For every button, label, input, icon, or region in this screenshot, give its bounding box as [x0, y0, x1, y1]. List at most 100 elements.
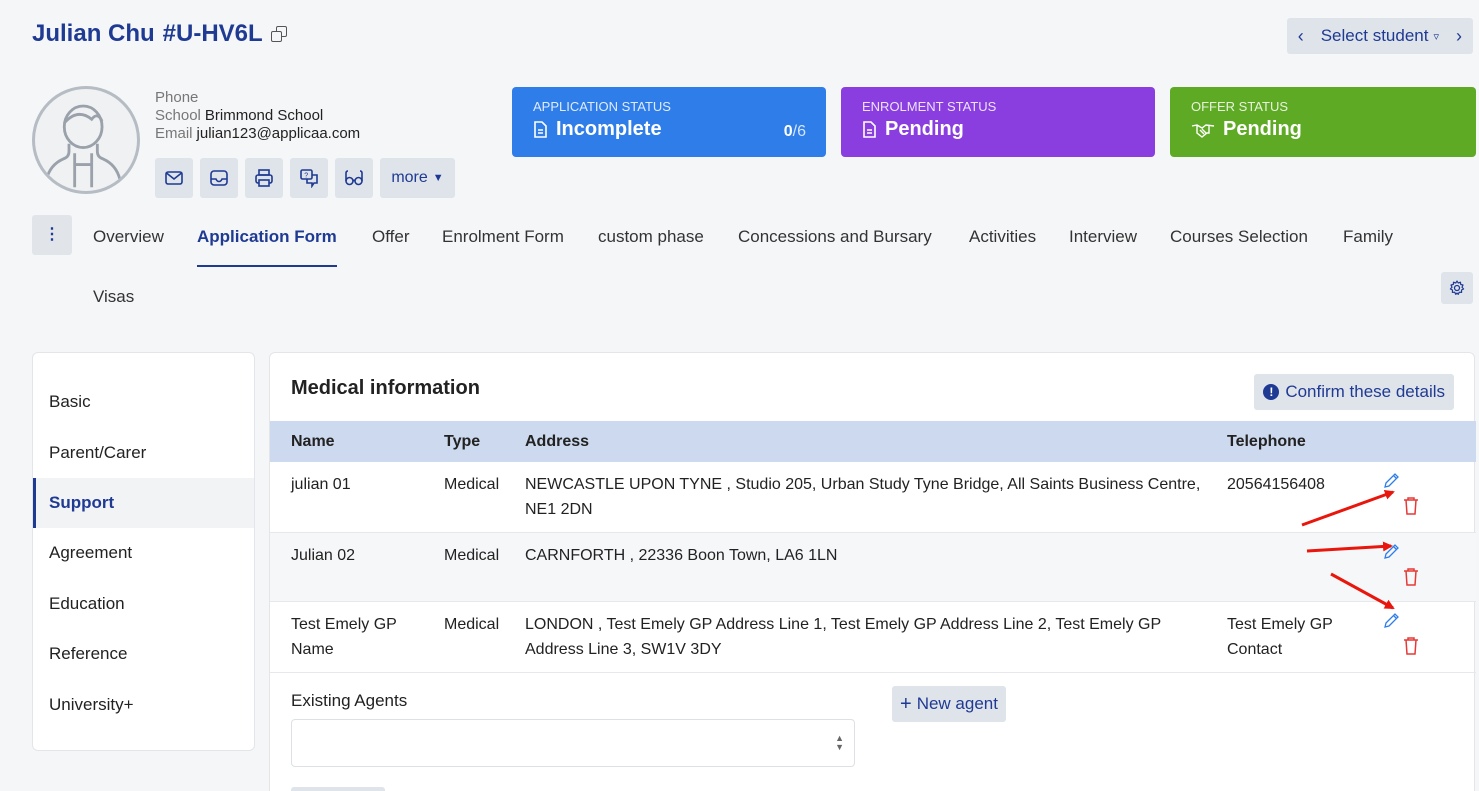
chat-icon: ?: [300, 169, 318, 188]
select-student-dropdown[interactable]: Select student ▿: [1315, 26, 1445, 46]
tab-activities[interactable]: Activities: [969, 227, 1036, 265]
offer-status-card[interactable]: OFFER STATUS Pending: [1170, 87, 1476, 157]
existing-agents-label: Existing Agents: [291, 691, 408, 710]
settings-button[interactable]: [1441, 272, 1473, 304]
inbox-icon: [210, 170, 228, 186]
col-name: Name: [291, 432, 335, 450]
table-row: Julian 02 Medical CARNFORTH , 22336 Boon…: [270, 532, 1476, 602]
form-section-sidebar: Basic Parent/Carer Support Agreement Edu…: [32, 352, 255, 751]
status-label: ENROLMENT STATUS: [862, 99, 997, 114]
cell-type: Medical: [444, 547, 500, 564]
chevron-right-icon[interactable]: ›: [1445, 26, 1473, 47]
edit-pencil-icon[interactable]: [1382, 543, 1400, 561]
chat-button[interactable]: ?: [290, 158, 328, 198]
more-button[interactable]: more ▼: [380, 158, 455, 198]
svg-text:?: ?: [304, 173, 308, 180]
tab-enrolment-form[interactable]: Enrolment Form: [442, 227, 564, 265]
alert-icon: !: [1263, 384, 1280, 400]
tab-overview[interactable]: Overview: [93, 227, 164, 265]
new-agent-button[interactable]: + New agent: [892, 686, 1006, 722]
col-type: Type: [444, 432, 481, 450]
cell-telephone: Test Emely GP Contact: [1227, 616, 1333, 658]
caret-down-icon: ▼: [432, 172, 444, 184]
edit-pencil-icon[interactable]: [1382, 472, 1400, 490]
gear-icon: [1449, 280, 1465, 295]
student-title: Julian Chu #U-HV6L: [32, 20, 289, 48]
cell-telephone: 20564156408: [1227, 476, 1325, 493]
edit-pencil-icon[interactable]: [1382, 612, 1400, 630]
tab-interview[interactable]: Interview: [1069, 227, 1137, 265]
sidebar-item-support[interactable]: Support: [33, 477, 254, 529]
cell-type: Medical: [444, 476, 500, 493]
more-label: more: [391, 169, 428, 186]
school-label: School: [155, 107, 201, 124]
medical-table: Name Type Address Telephone julian 01 Me…: [270, 421, 1476, 673]
tab-concessions[interactable]: Concessions and Bursary: [738, 227, 932, 265]
new-agent-label: New agent: [916, 694, 998, 713]
mail-icon: [165, 171, 183, 185]
status-label: APPLICATION STATUS: [533, 99, 671, 114]
sidebar-item-agreement[interactable]: Agreement: [33, 528, 254, 578]
tab-custom-phase[interactable]: custom phase: [598, 227, 704, 265]
glasses-icon: [345, 170, 363, 186]
partial-button[interactable]: [291, 787, 385, 791]
status-value: Pending: [885, 118, 964, 140]
table-header-row: Name Type Address Telephone: [270, 421, 1476, 462]
handshake-icon: [1191, 123, 1215, 138]
status-value: Incomplete: [556, 118, 662, 140]
enrolment-status-card[interactable]: ENROLMENT STATUS Pending: [841, 87, 1155, 157]
student-selector: ‹ Select student ▿ ›: [1286, 18, 1473, 54]
existing-agents-select[interactable]: ▲ ▼: [291, 719, 855, 767]
select-student-label: Select student: [1320, 26, 1429, 45]
inbox-button[interactable]: [200, 158, 238, 198]
email-label: Email: [155, 125, 193, 142]
caret-down-icon: ▿: [1433, 30, 1439, 43]
chevron-left-icon[interactable]: ‹: [1287, 26, 1315, 47]
avatar: [32, 86, 140, 194]
student-name: Julian Chu: [32, 20, 155, 47]
document-icon: [534, 121, 547, 138]
table-row: Test Emely GP Name Medical LONDON , Test…: [270, 602, 1476, 673]
sidebar-item-education[interactable]: Education: [33, 579, 254, 629]
confirm-label: Confirm these details: [1285, 382, 1445, 401]
tab-visas[interactable]: Visas: [93, 287, 134, 325]
medical-information-panel: Medical information ! Confirm these deta…: [269, 352, 1476, 791]
tab-courses-selection[interactable]: Courses Selection: [1170, 227, 1308, 265]
sidebar-item-reference[interactable]: Reference: [33, 629, 254, 679]
sidebar-item-basic[interactable]: Basic: [33, 377, 254, 427]
table-row: julian 01 Medical NEWCASTLE UPON TYNE , …: [270, 462, 1476, 533]
school-value: Brimmond School: [204, 107, 324, 124]
delete-trash-icon[interactable]: [1402, 567, 1420, 587]
view-button[interactable]: [335, 158, 373, 198]
phone-label: Phone: [155, 89, 199, 106]
col-telephone: Telephone: [1227, 432, 1306, 450]
student-id: #U-HV6L: [162, 20, 263, 47]
select-caret-icon: ▲ ▼: [835, 733, 844, 752]
kebab-menu-icon[interactable]: ⋮: [32, 215, 72, 255]
cell-name: Test Emely GP Name: [291, 616, 397, 658]
cell-address: CARNFORTH , 22336 Boon Town, LA6 1LN: [525, 547, 838, 564]
email-value[interactable]: julian123@applicaa.com: [197, 125, 361, 142]
tab-family[interactable]: Family: [1343, 227, 1393, 265]
cell-name: julian 01: [291, 476, 351, 493]
application-progress: 0/6: [783, 123, 806, 140]
quick-actions: ? more ▼: [155, 158, 455, 198]
status-label: OFFER STATUS: [1191, 99, 1289, 114]
tab-application-form[interactable]: Application Form: [197, 227, 337, 267]
application-status-card[interactable]: APPLICATION STATUS Incomplete 0/6: [512, 87, 826, 157]
confirm-details-button[interactable]: ! Confirm these details: [1254, 374, 1454, 410]
print-button[interactable]: [245, 158, 283, 198]
sidebar-item-parent-carer[interactable]: Parent/Carer: [33, 427, 254, 477]
cell-type: Medical: [444, 616, 500, 633]
delete-trash-icon[interactable]: [1402, 636, 1420, 656]
copy-icon[interactable]: [270, 25, 289, 43]
delete-trash-icon[interactable]: [1402, 496, 1420, 516]
email-button[interactable]: [155, 158, 193, 198]
tab-offer[interactable]: Offer: [372, 227, 409, 265]
document-icon: [863, 121, 876, 138]
cell-name: Julian 02: [291, 547, 356, 564]
plus-icon: +: [900, 693, 912, 715]
cell-address: LONDON , Test Emely GP Address Line 1, T…: [525, 616, 1161, 658]
sidebar-item-university[interactable]: University+: [33, 679, 254, 729]
avatar-user-icon: [44, 104, 122, 188]
